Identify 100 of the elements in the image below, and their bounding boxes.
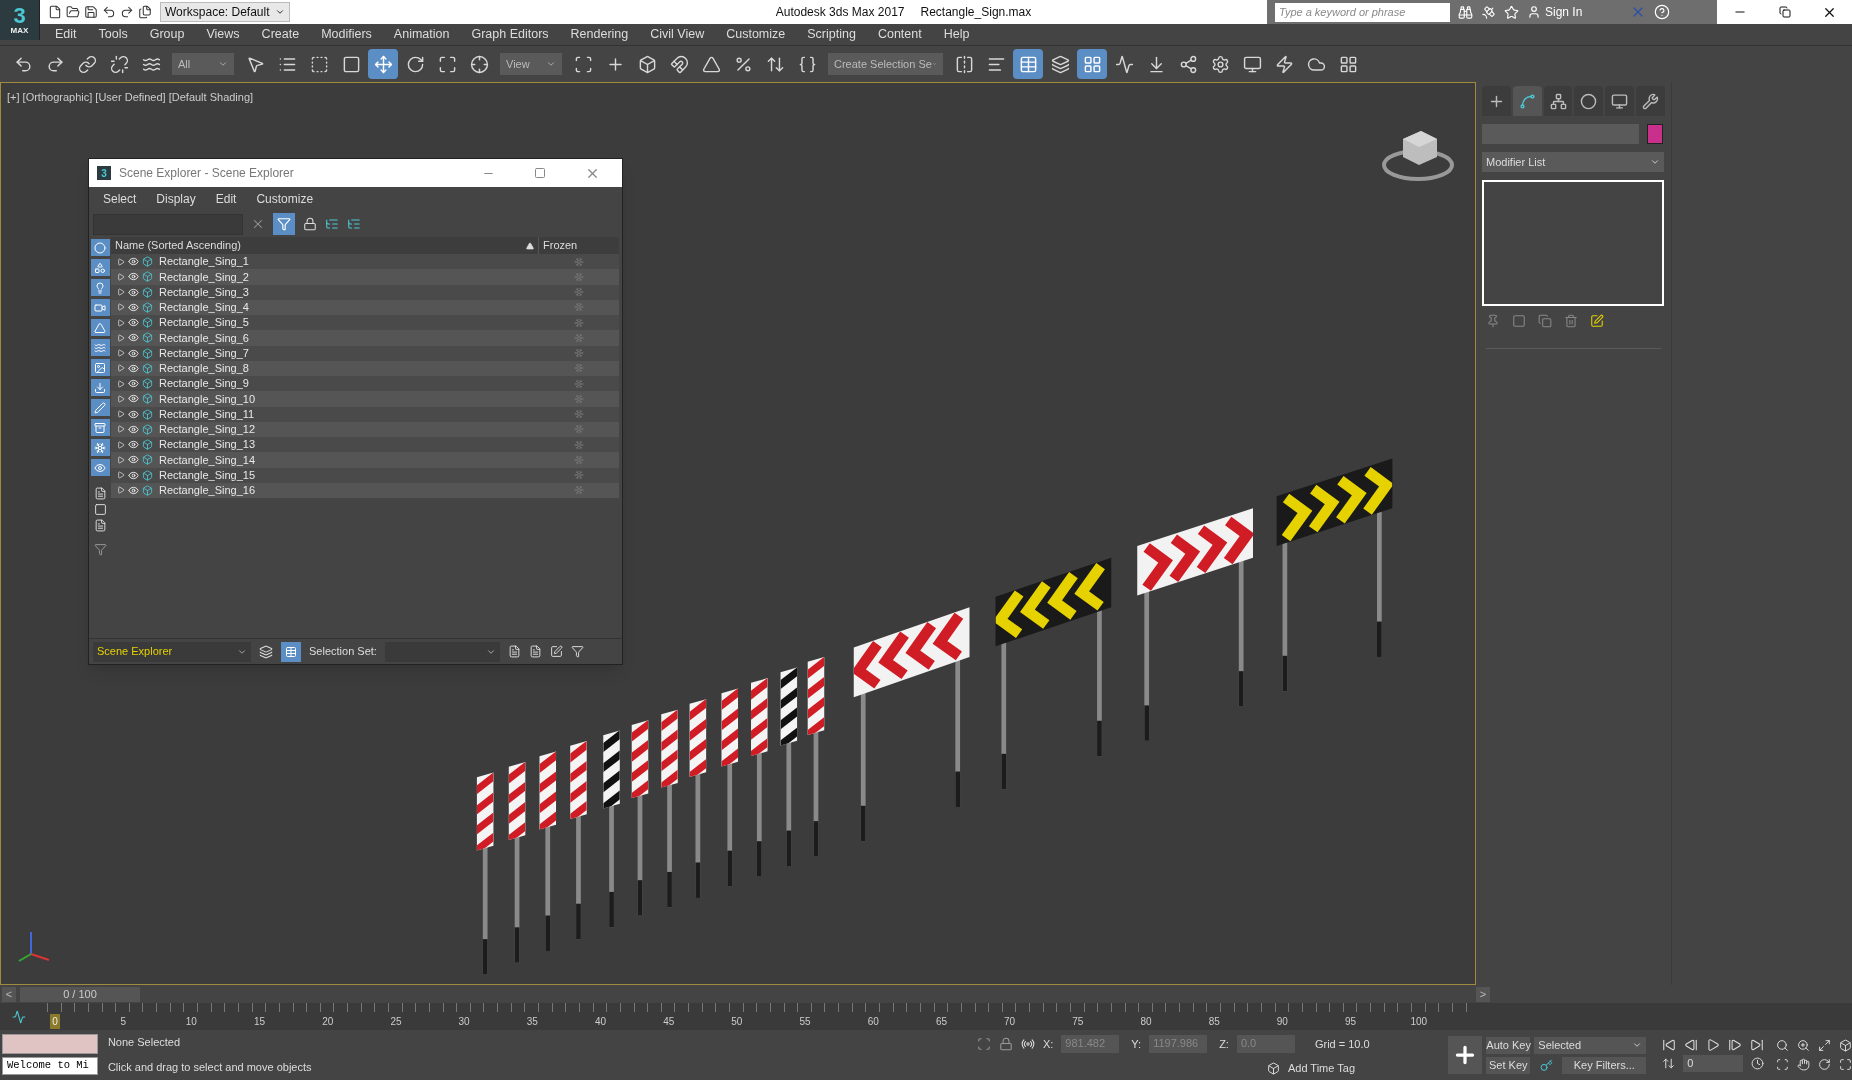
geometry-icon[interactable] xyxy=(90,239,110,256)
configure-icon[interactable] xyxy=(1590,314,1604,328)
zoom-extents-icon[interactable] xyxy=(1818,1039,1832,1052)
reference-coordinate-dropdown[interactable]: View xyxy=(500,53,562,75)
object-row[interactable]: Rectangle_Sing_5 xyxy=(111,315,619,331)
menu-item[interactable]: Select xyxy=(103,190,137,208)
save-icon[interactable] xyxy=(84,5,98,19)
new-file-icon[interactable] xyxy=(48,5,62,19)
maxscript-output[interactable]: Welcome to Mi xyxy=(2,1057,98,1075)
new-set-icon[interactable] xyxy=(507,645,521,658)
display-icon[interactable] xyxy=(1605,86,1635,116)
make-unique-icon[interactable] xyxy=(1538,314,1552,328)
menu-item[interactable]: Edit xyxy=(55,25,77,44)
previous-frame-icon[interactable] xyxy=(1684,1038,1699,1052)
object-icon[interactable] xyxy=(142,378,153,390)
visibility-icon[interactable] xyxy=(128,393,139,405)
pan-icon[interactable] xyxy=(1797,1058,1811,1071)
object-icon[interactable] xyxy=(142,454,153,466)
object-color-swatch[interactable] xyxy=(1647,124,1663,144)
object-icon[interactable] xyxy=(142,256,153,268)
group-icon[interactable] xyxy=(90,359,110,376)
selection-filter-dropdown[interactable]: All xyxy=(172,53,234,75)
go-to-start-icon[interactable] xyxy=(1662,1038,1677,1052)
visibility-icon[interactable] xyxy=(128,347,139,359)
shapes-icon[interactable] xyxy=(90,259,110,276)
visibility-icon[interactable] xyxy=(128,378,139,390)
orbit-icon[interactable] xyxy=(1818,1058,1832,1071)
menu-item[interactable]: Group xyxy=(149,25,185,44)
named-selection-dropdown[interactable]: Create Selection Se xyxy=(828,53,943,75)
object-icon[interactable] xyxy=(142,423,153,435)
help-icon[interactable] xyxy=(1654,4,1670,20)
set-key-big-button[interactable] xyxy=(1448,1036,1483,1074)
edit-set-icon[interactable] xyxy=(549,645,563,658)
visibility-icon[interactable] xyxy=(128,469,139,481)
menu-item[interactable]: Graph Editors xyxy=(471,25,549,44)
object-icon[interactable] xyxy=(142,408,153,420)
clear-icon[interactable] xyxy=(251,217,265,231)
object-row[interactable]: Rectangle_Sing_14 xyxy=(111,452,619,468)
utilities-icon[interactable] xyxy=(1636,86,1665,116)
add-set-icon[interactable] xyxy=(528,645,542,658)
object-icon[interactable] xyxy=(142,332,153,344)
explorer-dropdown[interactable]: Scene Explorer xyxy=(93,641,251,662)
zoom-all-icon[interactable] xyxy=(1797,1039,1811,1052)
object-icon[interactable] xyxy=(142,286,153,298)
menu-item[interactable]: Rendering xyxy=(570,25,629,44)
camera-icon[interactable] xyxy=(90,299,110,316)
key-mode-icon[interactable] xyxy=(1662,1057,1676,1070)
modify-icon[interactable] xyxy=(1512,86,1542,116)
layers-icon[interactable] xyxy=(259,644,273,659)
list-icon[interactable] xyxy=(93,519,107,532)
redo-icon[interactable] xyxy=(120,5,134,19)
zoom-icon[interactable] xyxy=(1776,1039,1790,1052)
visibility-icon[interactable] xyxy=(128,317,139,329)
next-frame-icon[interactable] xyxy=(1728,1038,1743,1052)
auto-key-button[interactable]: Auto Key xyxy=(1486,1036,1531,1054)
menu-item[interactable]: Help xyxy=(943,25,970,44)
play-icon[interactable] xyxy=(1706,1038,1721,1052)
frozen-icon[interactable] xyxy=(90,439,110,456)
restore-icon[interactable] xyxy=(1778,6,1791,18)
square-icon[interactable] xyxy=(93,503,107,516)
object-icon[interactable] xyxy=(142,439,153,451)
menu-item[interactable]: Customize xyxy=(256,190,314,208)
previous-frame-button[interactable]: < xyxy=(2,986,16,1002)
lock-icon[interactable] xyxy=(303,217,317,231)
object-row[interactable]: Rectangle_Sing_9 xyxy=(111,376,619,392)
menu-item[interactable]: Modifiers xyxy=(321,25,372,44)
delete-icon[interactable] xyxy=(1564,314,1578,328)
create-icon[interactable] xyxy=(1482,86,1511,116)
zoom-extents-all-icon[interactable] xyxy=(1839,1039,1852,1052)
menu-item[interactable]: Scripting xyxy=(807,25,856,44)
hidden-icon[interactable] xyxy=(90,459,110,476)
add-time-tag[interactable]: Add Time Tag xyxy=(1287,1059,1355,1077)
menu-item[interactable]: Edit xyxy=(215,190,237,208)
visibility-icon[interactable] xyxy=(128,256,139,268)
scene-explorer-icon[interactable] xyxy=(1013,49,1043,79)
list-icon[interactable] xyxy=(93,487,107,500)
space-warp-icon[interactable] xyxy=(90,339,110,356)
menu-item[interactable]: Display xyxy=(156,190,196,208)
object-row[interactable]: Rectangle_Sing_2 xyxy=(111,269,619,285)
visibility-icon[interactable] xyxy=(128,423,139,435)
object-icon[interactable] xyxy=(142,347,153,359)
object-row[interactable]: Rectangle_Sing_1 xyxy=(111,254,619,270)
motion-icon[interactable] xyxy=(1574,86,1604,116)
open-icon[interactable] xyxy=(66,5,80,19)
object-icon[interactable] xyxy=(142,317,153,329)
menu-item[interactable]: Content xyxy=(877,25,922,44)
current-frame-field[interactable]: 0 xyxy=(1683,1055,1744,1072)
visibility-icon[interactable] xyxy=(128,454,139,466)
filter-icon[interactable] xyxy=(273,213,295,235)
object-icon[interactable] xyxy=(142,393,153,405)
time-config-icon[interactable] xyxy=(1751,1057,1765,1070)
time-slider-thumb[interactable]: 0 / 100 xyxy=(20,986,140,1002)
visibility-icon[interactable] xyxy=(128,301,139,313)
menu-item[interactable]: Create xyxy=(261,25,300,44)
menu-item[interactable]: Views xyxy=(206,25,240,44)
visibility-icon[interactable] xyxy=(128,439,139,451)
ribbon-icon[interactable] xyxy=(1077,49,1107,79)
menu-item[interactable]: Tools xyxy=(98,25,128,44)
sign-in-button[interactable]: Sign In xyxy=(1527,3,1622,21)
key-filters-button[interactable]: Key Filters... xyxy=(1562,1056,1647,1074)
